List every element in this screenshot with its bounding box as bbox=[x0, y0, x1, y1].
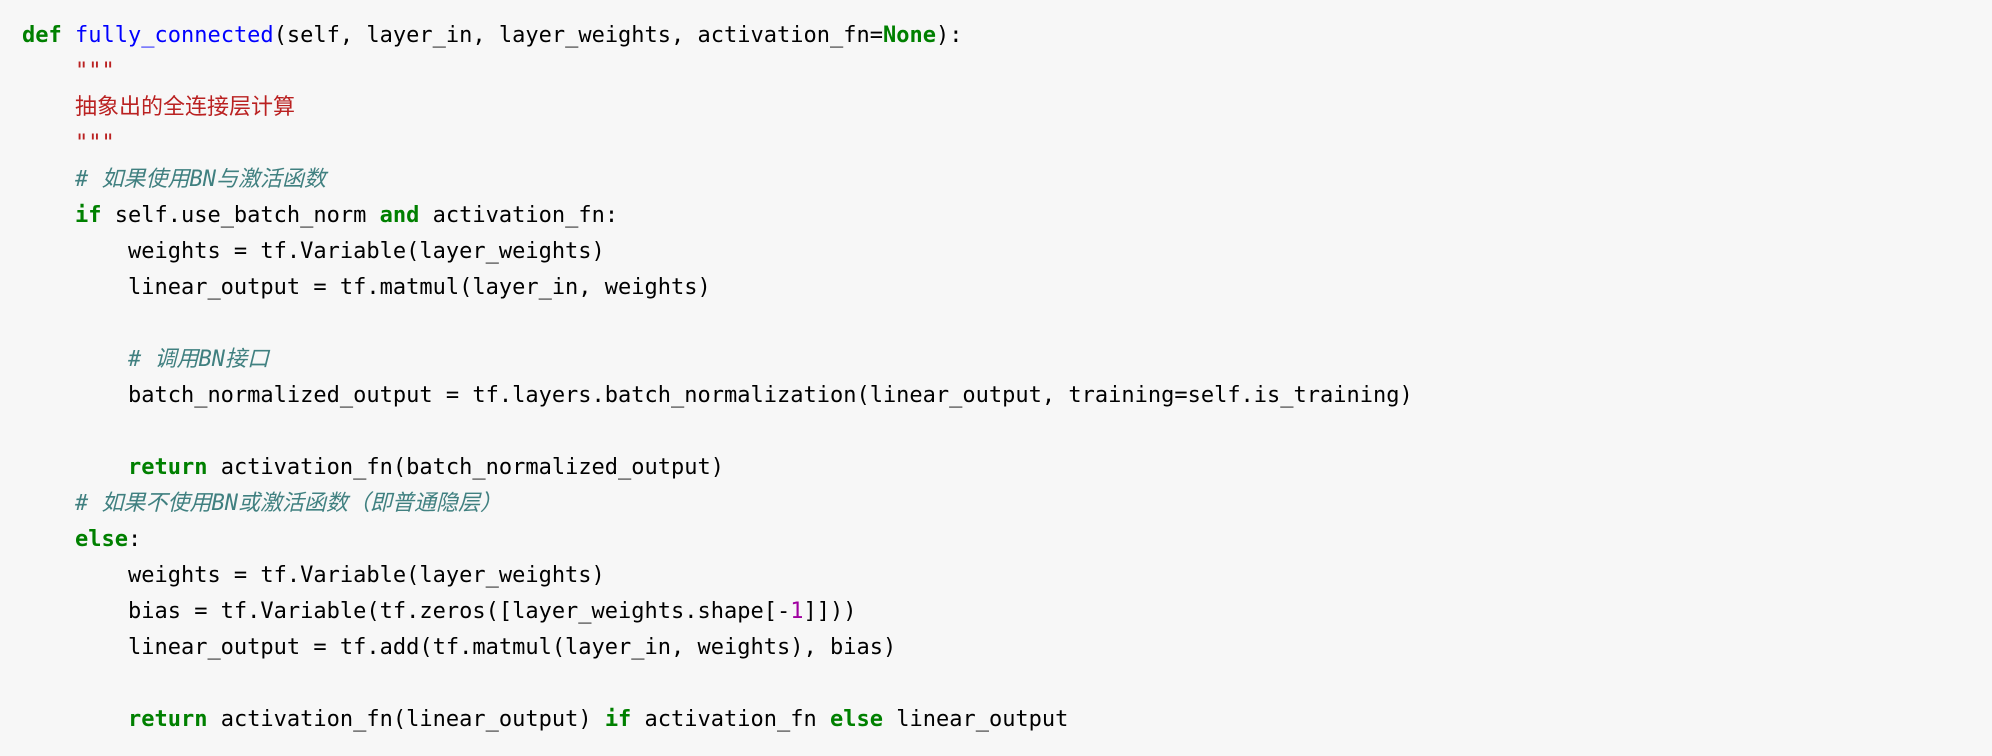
code-return-1: activation_fn(batch_normalized_output) bbox=[207, 455, 724, 480]
code-line-weights-2: weights = tf.Variable(layer_weights) bbox=[128, 563, 605, 588]
signature-open: (self, layer_in, layer_weights, activati… bbox=[274, 23, 883, 48]
code-line-bn: batch_normalized_output = tf.layers.batc… bbox=[128, 383, 1413, 408]
keyword-and: and bbox=[380, 203, 420, 228]
numeric-literal: 1 bbox=[790, 599, 803, 624]
docstring-open: """ bbox=[75, 59, 115, 84]
code-return-2c: linear_output bbox=[883, 707, 1068, 732]
code-return-2b: activation_fn bbox=[631, 707, 830, 732]
if-cond-left: self.use_batch_norm bbox=[101, 203, 379, 228]
code-line-bias-a: bias = tf.Variable(tf.zeros([layer_weigh… bbox=[128, 599, 777, 624]
keyword-return-1: return bbox=[128, 455, 207, 480]
code-line-weights-1: weights = tf.Variable(layer_weights) bbox=[128, 239, 605, 264]
function-name: fully_connected bbox=[75, 23, 274, 48]
comment-no-bn: # 如果不使用BN或激活函数（即普通隐层） bbox=[75, 491, 502, 516]
keyword-else: else bbox=[75, 527, 128, 552]
docstring-body: 抽象出的全连接层计算 bbox=[75, 95, 295, 120]
comment-bn-activation: # 如果使用BN与激活函数 bbox=[75, 167, 326, 192]
code-return-2a: activation_fn(linear_output) bbox=[207, 707, 604, 732]
keyword-if-inline: if bbox=[605, 707, 632, 732]
keyword-if: if bbox=[75, 203, 102, 228]
code-line-linear-2: linear_output = tf.add(tf.matmul(layer_i… bbox=[128, 635, 896, 660]
else-colon: : bbox=[128, 527, 141, 552]
neg-sign: - bbox=[777, 599, 790, 624]
code-block: def fully_connected(self, layer_in, laye… bbox=[0, 0, 1992, 756]
if-cond-right: activation_fn: bbox=[419, 203, 618, 228]
docstring-close: """ bbox=[75, 131, 115, 156]
code-line-linear-1: linear_output = tf.matmul(layer_in, weig… bbox=[128, 275, 711, 300]
signature-close: ): bbox=[936, 23, 963, 48]
builtin-none: None bbox=[883, 23, 936, 48]
keyword-return-2: return bbox=[128, 707, 207, 732]
keyword-else-inline: else bbox=[830, 707, 883, 732]
comment-bn-call: # 调用BN接口 bbox=[128, 347, 269, 372]
keyword-def: def bbox=[22, 23, 62, 48]
code-line-bias-b: ]])) bbox=[803, 599, 856, 624]
